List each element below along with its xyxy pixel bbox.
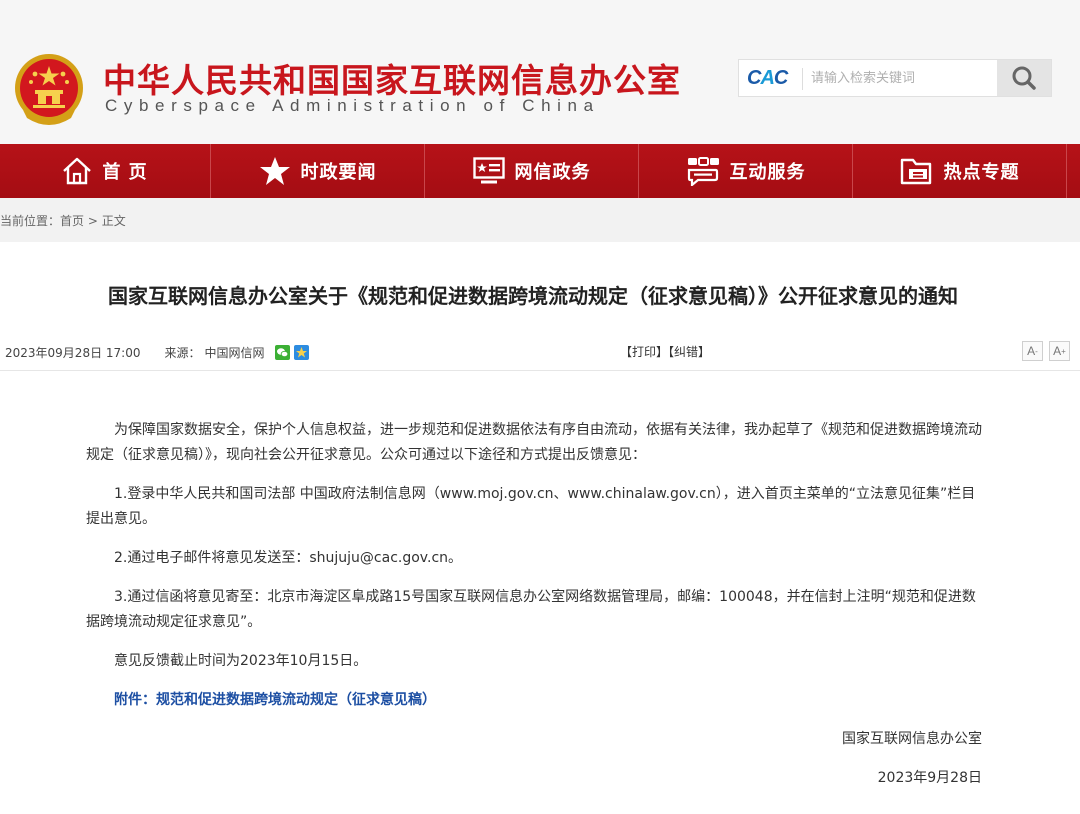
breadcrumb-prefix: 当前位置： [0,214,61,228]
cac-logo: CAC [747,67,788,89]
article-paragraph: 意见反馈截止时间为2023年10月15日。 [114,653,368,669]
article-tools: 【打印】【纠错】 [620,343,710,360]
signature-date: 2023年9月28日 [877,770,982,786]
national-emblem-icon[interactable] [13,52,85,128]
site-title[interactable]: 中华人民共和国国家互联网信息办公室 [103,54,681,102]
article-body: 为保障国家数据安全，保护个人信息权益，进一步规范和促进数据依法有序自由流动，依据… [86,418,982,805]
nav-item-interactive[interactable]: 互动服务 [639,144,853,198]
site-subtitle: Cyberspace Administration of China [105,96,600,115]
correction-link[interactable]: 【纠错】 [668,345,710,359]
main-nav: 首 页 时政要闻 网信政务 互动服务 热点专题 [0,144,1080,198]
share-buttons [274,345,313,360]
nav-label: 互动服务 [729,162,806,183]
article-title: 国家互联网信息办公室关于《规范和促进数据跨境流动规定（征求意见稿）》公开征求意见… [108,284,958,308]
article-paragraph: 为保障国家数据安全，保护个人信息权益，进一步规范和促进数据依法有序自由流动，依据… [86,422,982,463]
nav-label: 首 页 [102,162,148,183]
source-label: 来源： [164,346,201,360]
attachment-link[interactable]: 附件：规范和促进数据跨境流动规定（征求意见稿） [114,692,436,708]
article-date: 2023年09月28日 17:00 [5,346,141,360]
site-header: 中华人民共和国国家互联网信息办公室 Cyberspace Administrat… [0,0,1080,144]
nav-item-affairs[interactable]: 网信政务 [425,144,639,198]
nav-label: 时政要闻 [300,162,377,183]
font-size-controls: A- A + [1016,341,1070,361]
search-box: CAC [738,59,1052,97]
home-icon [63,157,92,185]
print-link[interactable]: 【打印】 [620,345,668,359]
search-input[interactable] [805,62,995,94]
breadcrumb: 当前位置：首页 > 正文 [0,198,1080,242]
breadcrumb-trail: 当前位置：首页 > 正文 [0,212,126,229]
article-meta: 2023年09月28日 17:00 来源： 中国网信网 [5,344,313,361]
folder-icon [900,158,931,185]
nav-item-news[interactable]: 时政要闻 [211,144,425,198]
wechat-share-icon[interactable] [274,345,290,360]
breadcrumb-current: 正文 [101,214,126,228]
chat-icon [687,157,719,186]
search-button[interactable] [997,60,1051,96]
star-icon [259,157,290,185]
nav-label: 热点专题 [943,162,1020,183]
monitor-icon [472,157,505,184]
article-source: 中国网信网 [204,346,265,360]
signature: 国家互联网信息办公室 [842,731,982,747]
qzone-share-icon[interactable] [293,345,309,360]
article-paragraph: 2.通过电子邮件将意见发送至：shujuju@cac.gov.cn。 [114,550,463,566]
article-paragraph: 1.登录中华人民共和国司法部 中国政府法制信息网（www.moj.gov.cn、… [86,486,976,527]
search-divider [802,68,803,90]
breadcrumb-separator: > [84,214,102,228]
font-larger-button[interactable]: A + [1049,341,1070,361]
article-paragraph: 3.通过信函将意见寄至：北京市海淀区阜成路15号国家互联网信息办公室网络数据管理… [86,589,976,630]
nav-item-topics[interactable]: 热点专题 [853,144,1067,198]
search-icon [1012,66,1036,90]
nav-item-home[interactable]: 首 页 [0,144,211,198]
breadcrumb-home-link[interactable]: 首页 [60,214,84,228]
meta-divider [0,370,1080,371]
nav-label: 网信政务 [514,162,591,183]
font-smaller-button[interactable]: A- [1022,341,1043,361]
